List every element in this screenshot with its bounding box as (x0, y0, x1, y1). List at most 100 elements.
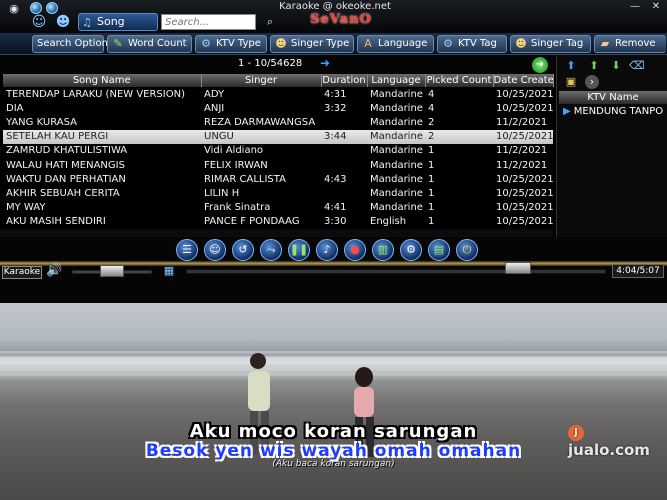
language-button[interactable]: A Language (357, 35, 434, 53)
col-song-name[interactable]: Song Name (3, 74, 202, 87)
cell-picked-count: 4 (425, 87, 493, 102)
cell-duration: 4:31 (321, 87, 367, 102)
progress-slider-knob[interactable] (504, 262, 531, 274)
remove-button[interactable]: ▰ Remove (594, 35, 666, 53)
lyric-translation: (Aku baca koran sarungan) (272, 459, 395, 469)
pause-icon[interactable]: ❚❚ (288, 239, 310, 261)
singer-type-button[interactable]: ☻ Singer Type (270, 35, 354, 53)
music-note-icon: ♫ (82, 16, 92, 29)
singer-tag-button[interactable]: ☻ Singer Tag (510, 35, 591, 53)
cell-song-name: SETELAH KAU PERGI (3, 129, 201, 144)
next-page-arrow-icon[interactable]: ➜ (320, 56, 330, 70)
lyric-line-1: Aku moco koran sarungan (189, 421, 478, 442)
play-list-icon[interactable]: ➜ (532, 57, 548, 73)
cell-duration: 3:30 (321, 214, 367, 229)
cell-song-name: TERENDAP LARAKU (NEW VERSION) (3, 87, 201, 102)
cell-singer: PANCE F PONDAAG (201, 214, 321, 229)
remove-label: Remove (615, 38, 656, 49)
move-down-icon[interactable]: ⬇ (609, 59, 623, 73)
singers-icon[interactable]: ☺ (204, 239, 226, 261)
player-control-bar: ☰ ☺ ↺ ⤳ ❚❚ ♪ ● ▥ ⚙ ▤ ⏻ Karaoke 🔊 ▦ 4:04/… (0, 237, 667, 303)
minimize-orb-icon[interactable] (30, 2, 42, 14)
top-toolbar: ◉ ☺ ☻ ♫ Song Name ⌕ Karaoke @ okeoke.net… (0, 0, 667, 44)
user-search-icon[interactable]: ☻ (54, 14, 72, 30)
col-duration[interactable]: Duration (321, 74, 368, 87)
table-row[interactable]: MY WAY Frank Sinatra 4:41 Mandarine 1 10/25/2… (3, 200, 553, 215)
equalizer-icon[interactable]: ▥ (372, 239, 394, 261)
word-count-button[interactable]: ✎ Word Count (107, 35, 192, 53)
cell-date-create: 10/25/2021 (493, 186, 553, 201)
skip-icon[interactable]: › (585, 75, 599, 89)
table-row[interactable]: SETELAH KAU PERGI UNGU 3:44 Mandarine 2 10/25… (3, 129, 553, 144)
word-count-label: Word Count (128, 38, 187, 49)
col-picked-count[interactable]: Picked Count (425, 74, 494, 87)
vocal-icon[interactable]: ♪ (316, 239, 338, 261)
volume-slider-knob[interactable] (100, 265, 124, 277)
cell-date-create: 11/2/2021 (493, 157, 553, 173)
cell-song-name: YANG KURASA (3, 115, 201, 130)
cell-song-name: WAKTU DAN PERHATIAN (3, 172, 201, 187)
cell-language: Mandarine (367, 143, 425, 158)
table-row[interactable]: AKU MASIH SENDIRI PANCE F PONDAAG 3:30 Engl… (3, 214, 553, 229)
table-row[interactable]: ZAMRUD KHATULISTIWA Vidi Aldiano Mandarine… (3, 143, 553, 158)
minimize-button[interactable]: — (625, 0, 645, 14)
cell-language: Mandarine (367, 157, 425, 173)
power-icon[interactable]: ⏻ (456, 239, 478, 261)
user-icon[interactable]: ☺ (30, 14, 48, 30)
table-row[interactable]: WALAU HATI MENANGIS FELIX IRWAN Mandarine 1… (3, 157, 553, 173)
volume-icon[interactable]: 🔊 (46, 263, 62, 278)
search-option-button[interactable]: Search Option (32, 35, 108, 53)
col-date-create[interactable]: Date Create (493, 74, 554, 87)
language-label: Language (378, 38, 428, 49)
lock-icon[interactable]: ▣ (564, 75, 578, 89)
info-orb-icon[interactable] (46, 2, 58, 14)
sea-wave (0, 351, 667, 354)
table-row[interactable]: AKHIR SEBUAH CERITA LILIN H Mandarine 1 10/2… (3, 186, 553, 201)
cell-song-name: MY WAY (3, 200, 201, 215)
settings-icon[interactable]: ⚙ (400, 239, 422, 261)
cell-singer: Vidi Aldiano (201, 143, 321, 158)
karaoke-mode-label[interactable]: Karaoke (2, 266, 42, 279)
song-list-table: Song Name Singer Duration Language Picke… (3, 74, 554, 229)
lyric-line-2: Besok yen wis wayah omah omahan (145, 441, 522, 461)
search-icon[interactable]: ⌕ (263, 15, 277, 29)
playlist-icon[interactable]: ☰ (176, 239, 198, 261)
ktv-tag-button[interactable]: ⚙ KTV Tag (437, 35, 507, 53)
table-row[interactable]: DIA ANJI 3:32 Mandarine 4 10/25/2021 (3, 101, 553, 116)
up-arrow-icon[interactable]: ⬆ (564, 59, 578, 73)
screen-icon[interactable]: ▤ (428, 239, 450, 261)
table-row[interactable]: TERENDAP LARAKU (NEW VERSION) ADY 4:31 Mand… (3, 87, 553, 102)
cell-song-name: AKHIR SEBUAH CERITA (3, 186, 201, 201)
skip-next-icon[interactable]: ⤳ (260, 239, 282, 261)
cell-language: Mandarine (367, 200, 425, 215)
ktv-item-label: MENDUNG TANPO (573, 106, 664, 117)
ktv-list-item[interactable]: ▶ MENDUNG TANPO (563, 106, 667, 119)
app-menu-icon[interactable]: ◉ (4, 2, 24, 16)
cell-singer: Frank Sinatra (201, 200, 321, 215)
cell-date-create: 10/25/2021 (493, 87, 553, 102)
search-input[interactable] (161, 14, 256, 30)
replay-icon[interactable]: ↺ (232, 239, 254, 261)
cell-language: Mandarine (367, 172, 425, 187)
song-progress-slider[interactable] (186, 269, 606, 274)
cell-date-create: 10/25/2021 (493, 172, 553, 187)
cell-duration: 3:44 (321, 129, 367, 144)
ktv-type-button[interactable]: ⚙ KTV Type (195, 35, 267, 53)
cell-picked-count: 1 (425, 157, 493, 173)
close-button[interactable]: ✕ (646, 0, 666, 14)
move-up-icon[interactable]: ⬆ (587, 59, 601, 73)
col-singer[interactable]: Singer (201, 74, 322, 87)
ktv-tag-icon: ⚙ (443, 37, 453, 50)
display-mode-icon[interactable]: ▦ (159, 264, 179, 278)
cell-song-name: WALAU HATI MENANGIS (3, 157, 201, 173)
record-icon[interactable]: ● (344, 239, 366, 261)
col-language[interactable]: Language (367, 74, 426, 87)
sea-wave (0, 373, 667, 376)
ktv-type-label: KTV Type (216, 38, 261, 49)
cell-picked-count: 2 (425, 115, 493, 130)
table-row[interactable]: YANG KURASA REZA DARMAWANGSA Mandarine 2 11/… (3, 115, 553, 130)
trash-icon[interactable]: ⌫ (629, 59, 645, 73)
search-option-bar: Search Option ✎ Word Count ⚙ KTV Type ☻ … (0, 33, 667, 55)
table-row[interactable]: WAKTU DAN PERHATIAN RIMAR CALLISTA 4:43 Man… (3, 172, 553, 187)
song-name-button[interactable]: ♫ Song Name (78, 13, 158, 44)
